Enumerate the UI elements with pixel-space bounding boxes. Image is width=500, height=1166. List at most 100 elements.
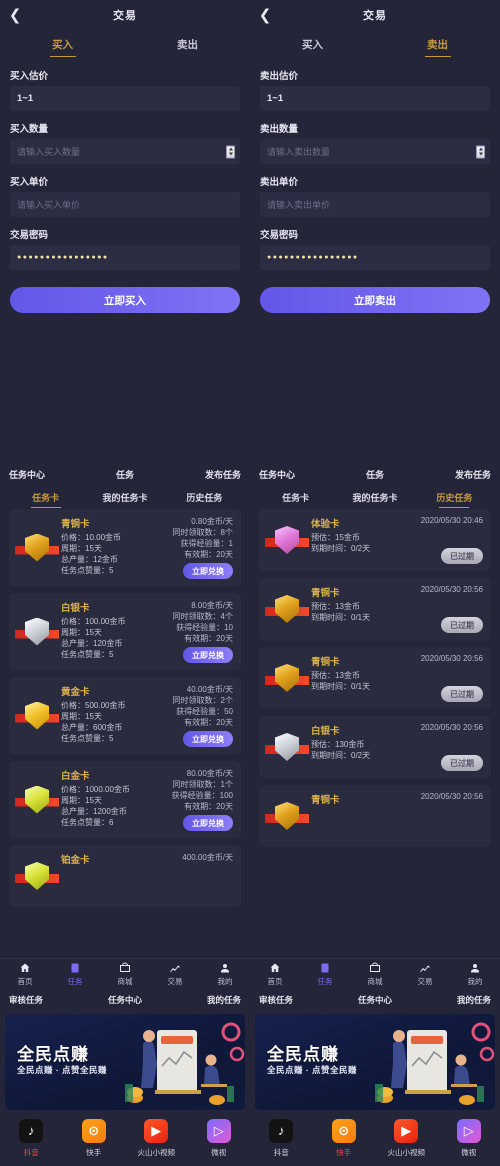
submit-button[interactable]: 立即买入	[10, 287, 240, 313]
card-list: 青铜卡 价格：10.00金币 周期：15天 总产量：12金币 任务点赞量：5 0.80金币…	[0, 509, 250, 907]
task-card[interactable]: 铂金卡 400.00金币/天	[9, 845, 241, 907]
sub-nav-item-2[interactable]: 我的任务	[164, 994, 241, 1006]
card-name: 白银卡	[311, 726, 340, 737]
number-spinner[interactable]	[476, 145, 485, 158]
nav-item-3[interactable]: 交易	[400, 962, 450, 987]
field-3[interactable]: ●●●●●●●●●●●●●●●●	[260, 245, 490, 270]
card-line-0: 预估：15金币	[311, 533, 360, 542]
task-tab-0[interactable]: 任务卡	[256, 485, 335, 509]
task-card[interactable]: 白金卡 价格：1000.00金币 周期：15天 总产量：1200金币 任务点赞量：6 80…	[9, 761, 241, 838]
kuaishou-icon: ⊙	[331, 1118, 356, 1143]
top-nav-item-2[interactable]: 发布任务	[414, 468, 491, 481]
submit-button[interactable]: 立即卖出	[260, 287, 490, 313]
tab-buy[interactable]: 买入	[250, 30, 375, 58]
top-nav-item-0[interactable]: 任务中心	[259, 468, 336, 481]
weishi-icon: ▷	[456, 1118, 481, 1143]
nav-item-2[interactable]: 商城	[350, 962, 400, 987]
promo-banner[interactable]: 全民点赚 全民点赚 · 点赞全民赚	[5, 1014, 245, 1110]
card-action-button[interactable]: 已过期	[441, 617, 483, 633]
tab-sell[interactable]: 卖出	[125, 30, 250, 58]
nav-label-0: 首页	[17, 976, 33, 986]
field-label-0: 买入估价	[10, 71, 49, 82]
task-card[interactable]: 青铜卡 预估：13金币 到期时间：0/1天 2020/05/30 20:56 已过期	[259, 578, 491, 640]
promo-banner[interactable]: 全民点赚 全民点赚 · 点赞全民赚	[255, 1014, 495, 1110]
banner-title: 全民点赚	[17, 1045, 89, 1064]
app-item-3[interactable]: ▷ 微视	[188, 1118, 251, 1158]
app-label-1: 快手	[336, 1147, 352, 1157]
top-nav-item-2[interactable]: 发布任务	[164, 468, 241, 481]
nav-item-2[interactable]: 商城	[100, 962, 150, 987]
huoshan-icon: ▶	[394, 1118, 419, 1143]
spinner-down-icon[interactable]	[228, 152, 233, 156]
card-action-button[interactable]: 立即兑换	[183, 731, 233, 747]
field-2[interactable]: 请输入卖出单价	[260, 192, 490, 217]
task-top-nav: 任务中心 任务 发布任务	[0, 463, 250, 485]
tab-sell[interactable]: 卖出	[375, 30, 500, 58]
task-card[interactable]: 青铜卡 2020/05/30 20:56	[259, 785, 491, 847]
card-action-button[interactable]: 已过期	[441, 755, 483, 771]
card-right-line-1: 同时领取数：8个	[172, 528, 233, 537]
top-nav-item-1[interactable]: 任务	[86, 468, 163, 481]
sub-nav-item-0[interactable]: 审核任务	[259, 994, 336, 1006]
task-card[interactable]: 白银卡 预估：130金币 到期时间：0/2天 2020/05/30 20:56 已过期	[259, 716, 491, 778]
app-item-3[interactable]: ▷ 微视	[438, 1118, 500, 1158]
field-0[interactable]: 1~1	[10, 86, 240, 111]
sub-nav-item-0[interactable]: 审核任务	[9, 994, 86, 1006]
card-right-line-2: 获得经验量：50	[176, 707, 233, 716]
top-nav-item-0[interactable]: 任务中心	[9, 468, 86, 481]
card-date: 2020/05/30 20:56	[420, 654, 483, 663]
card-action-button[interactable]: 立即兑换	[183, 815, 233, 831]
sub-nav-item-1[interactable]: 任务中心	[336, 994, 413, 1006]
card-action-button[interactable]: 已过期	[441, 686, 483, 702]
card-date: 2020/05/30 20:46	[420, 516, 483, 525]
tab-buy[interactable]: 买入	[0, 30, 125, 58]
task-tab-1[interactable]: 我的任务卡	[85, 485, 164, 509]
number-spinner[interactable]	[226, 145, 235, 158]
app-item-2[interactable]: ▶ 火山小视频	[375, 1118, 438, 1158]
card-badge	[15, 852, 59, 900]
nav-item-4[interactable]: 我的	[450, 962, 500, 987]
field-3[interactable]: ●●●●●●●●●●●●●●●●	[10, 245, 240, 270]
shield-icon	[275, 664, 299, 692]
app-item-1[interactable]: ⊙ 快手	[313, 1118, 376, 1158]
field-0[interactable]: 1~1	[260, 86, 490, 111]
card-action-button[interactable]: 立即兑换	[183, 563, 233, 579]
card-badge	[15, 516, 59, 579]
field-1[interactable]: 请输入买入数量	[10, 139, 240, 164]
app-item-2[interactable]: ▶ 火山小视频	[125, 1118, 188, 1158]
nav-item-3[interactable]: 交易	[150, 962, 200, 987]
task-tab-2[interactable]: 历史任务	[415, 485, 494, 509]
field-placeholder-1: 请输入卖出数量	[267, 147, 331, 157]
app-item-0[interactable]: ♪ 抖音	[250, 1118, 313, 1158]
app-item-1[interactable]: ⊙ 快手	[63, 1118, 126, 1158]
task-tabs: 任务卡 我的任务卡 历史任务	[250, 485, 500, 509]
spinner-up-icon[interactable]	[478, 147, 483, 151]
card-action-button[interactable]: 已过期	[441, 548, 483, 564]
task-card[interactable]: 黄金卡 价格：500.00金币 周期：15天 总产量：600金币 任务点赞量：5 40.0…	[9, 677, 241, 754]
nav-item-0[interactable]: 首页	[0, 962, 50, 987]
sub-nav-item-1[interactable]: 任务中心	[86, 994, 163, 1006]
task-tabs: 任务卡 我的任务卡 历史任务	[0, 485, 250, 509]
task-card[interactable]: 白银卡 价格：100.00金币 周期：15天 总产量：120金币 任务点赞量：5 8.00…	[9, 593, 241, 670]
nav-item-0[interactable]: 首页	[250, 962, 300, 987]
task-card[interactable]: 青铜卡 预估：13金币 到期时间：0/1天 2020/05/30 20:56 已过期	[259, 647, 491, 709]
task-card[interactable]: 青铜卡 价格：10.00金币 周期：15天 总产量：12金币 任务点赞量：5 0.80金币…	[9, 509, 241, 586]
task-tab-0[interactable]: 任务卡	[6, 485, 85, 509]
top-nav-item-1[interactable]: 任务	[336, 468, 413, 481]
task-card[interactable]: 体验卡 预估：15金币 到期时间：0/2天 2020/05/30 20:46 已过期	[259, 509, 491, 571]
field-2[interactable]: 请输入买入单价	[10, 192, 240, 217]
card-action-button[interactable]: 立即兑换	[183, 647, 233, 663]
sub-nav-item-2[interactable]: 我的任务	[414, 994, 491, 1006]
bottom-nav: 首页 任务 商城 交易 我的	[250, 958, 500, 990]
field-1[interactable]: 请输入卖出数量	[260, 139, 490, 164]
task-tab-2[interactable]: 历史任务	[165, 485, 244, 509]
app-item-0[interactable]: ♪ 抖音	[0, 1118, 63, 1158]
nav-item-1[interactable]: 任务	[300, 962, 350, 987]
spinner-down-icon[interactable]	[478, 152, 483, 156]
card-name: 黄金卡	[61, 687, 90, 698]
nav-item-1[interactable]: 任务	[50, 962, 100, 987]
task-tab-1[interactable]: 我的任务卡	[335, 485, 414, 509]
spinner-up-icon[interactable]	[228, 147, 233, 151]
field-label-3: 交易密码	[10, 230, 49, 241]
nav-item-4[interactable]: 我的	[200, 962, 250, 987]
